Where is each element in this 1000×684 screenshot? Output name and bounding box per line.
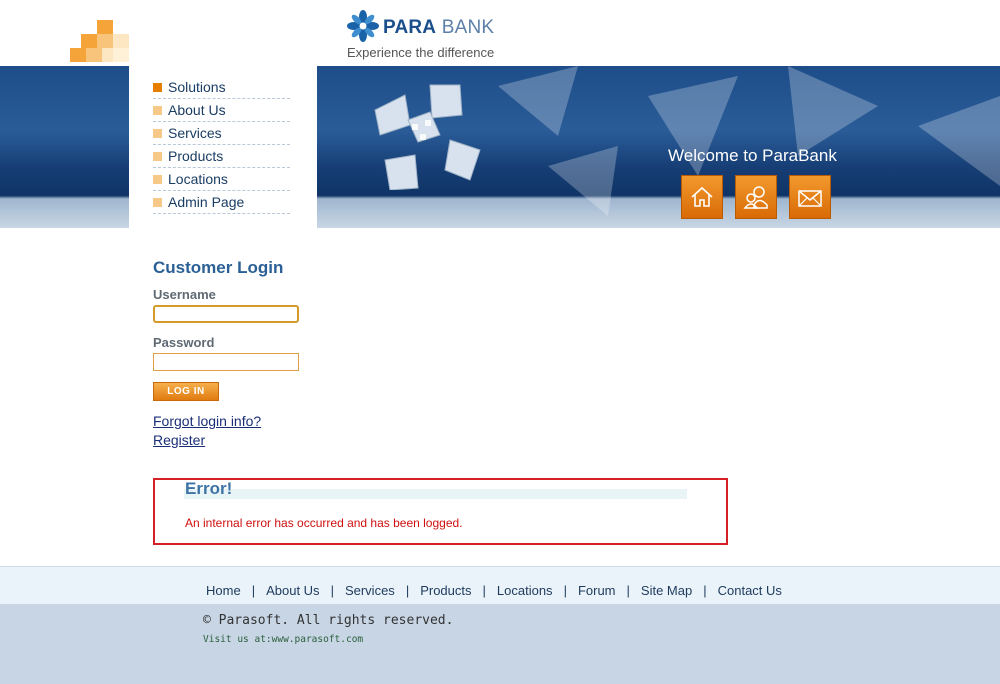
login-button[interactable]: LOG IN (153, 382, 219, 401)
contact-envelope-icon (798, 190, 822, 207)
footer-link-home[interactable]: Home (206, 583, 241, 598)
logo-block (97, 34, 113, 48)
footer-link-contact-us[interactable]: Contact Us (718, 583, 782, 598)
menu-item-label[interactable]: Products (168, 148, 223, 164)
logo-block (113, 48, 129, 62)
copyright-text: © Parasoft. All rights reserved. (203, 613, 454, 628)
brand-name-bold: PARA (383, 17, 437, 38)
menu-item-admin-page[interactable]: Admin Page (153, 191, 290, 214)
menu-item-label[interactable]: Admin Page (168, 194, 244, 210)
parabank-flower-icon (347, 10, 379, 42)
footer-separator: | (703, 583, 707, 598)
visit-parasoft-link[interactable]: Visit us at:www.parasoft.com (203, 634, 363, 645)
about-button[interactable] (735, 175, 777, 219)
footer-separator: | (330, 583, 334, 598)
logo-block (81, 34, 97, 48)
footer-separator: | (626, 583, 630, 598)
register-link[interactable]: Register (153, 432, 205, 448)
username-label: Username (153, 287, 216, 302)
admin-logo-blocks[interactable] (70, 20, 130, 64)
footer-link-services[interactable]: Services (345, 583, 395, 598)
footer-link-site-map[interactable]: Site Map (641, 583, 692, 598)
brand-name: PARA BANK (383, 17, 494, 39)
menu-bullet-icon (153, 83, 162, 92)
welcome-text: Welcome to ParaBank (668, 146, 837, 165)
left-menu: Solutions About Us Services Products Loc… (153, 76, 290, 214)
footer-separator: | (563, 583, 567, 598)
brand-tagline: Experience the difference (347, 45, 495, 60)
error-title: Error! (185, 479, 233, 498)
menu-item-label[interactable]: Services (168, 125, 222, 141)
brand-name-light: BANK (436, 17, 495, 38)
password-input[interactable] (153, 353, 299, 371)
footer-separator: | (405, 583, 410, 598)
footer-separator: | (482, 583, 486, 598)
password-label: Password (153, 335, 215, 350)
menu-bullet-icon (153, 129, 162, 138)
logo-block (70, 48, 86, 62)
footer-link-locations[interactable]: Locations (497, 583, 553, 598)
menu-bullet-icon (153, 106, 162, 115)
menu-item-locations[interactable]: Locations (153, 168, 290, 191)
menu-item-label: Solutions (168, 79, 226, 95)
menu-item-products[interactable]: Products (153, 145, 290, 168)
username-input[interactable] (153, 305, 299, 323)
home-button[interactable] (681, 175, 723, 219)
forgot-login-link[interactable]: Forgot login info? (153, 413, 261, 429)
error-title-bar (184, 489, 687, 499)
customer-login-title: Customer Login (153, 258, 284, 277)
home-icon (691, 186, 713, 207)
menu-bullet-icon (153, 175, 162, 184)
menu-item-services[interactable]: Services (153, 122, 290, 145)
footer-links: Home | About Us | Services | Products | Location… (206, 583, 782, 598)
footer-link-products[interactable]: Products (420, 583, 471, 598)
menu-item-about-us[interactable]: About Us (153, 99, 290, 122)
logo-block (97, 20, 113, 34)
footer-link-forum[interactable]: Forum (578, 583, 616, 598)
menu-bullet-icon (153, 152, 162, 161)
banner-network-logo-icon (374, 84, 481, 190)
footer-bottom (0, 604, 1000, 684)
footer-separator: | (251, 583, 256, 598)
menu-item-solutions: Solutions (153, 76, 290, 99)
menu-item-label[interactable]: Locations (168, 171, 228, 187)
about-people-icon (743, 186, 768, 209)
footer-link-about-us[interactable]: About Us (266, 583, 319, 598)
menu-bullet-icon (153, 198, 162, 207)
menu-item-label[interactable]: About Us (168, 102, 226, 118)
logo-block (86, 48, 102, 62)
contact-button[interactable] (789, 175, 831, 219)
logo-block (113, 34, 129, 48)
header: PARA BANK Experience the difference (0, 0, 1000, 66)
error-message: An internal error has occurred and has b… (185, 516, 463, 530)
